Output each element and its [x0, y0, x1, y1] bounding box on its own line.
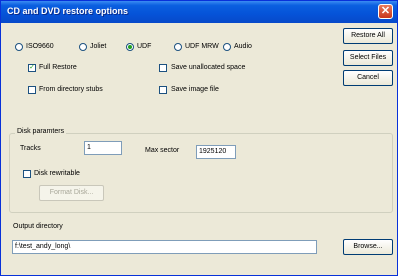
radio-udf-mrw-label: UDF MRW: [185, 43, 219, 50]
title-bar[interactable]: CD and DVD restore options ✕: [1, 1, 397, 23]
radio-audio[interactable]: [223, 43, 231, 51]
radio-joliet-label: Joliet: [90, 43, 107, 50]
full-restore-checkbox[interactable]: ✓: [28, 64, 36, 72]
output-directory-field[interactable]: f:\test_andy_long\: [12, 240, 317, 254]
window-title: CD and DVD restore options: [7, 6, 129, 16]
close-icon: ✕: [380, 5, 391, 17]
format-disk-button[interactable]: Format Disk...: [39, 185, 104, 201]
radio-iso9660-label: ISO9660: [26, 43, 54, 50]
from-stubs-checkbox[interactable]: [28, 86, 36, 94]
disk-rewritable-label: Disk rewritable: [34, 170, 80, 177]
output-directory-label: Output directory: [13, 223, 63, 230]
radio-joliet[interactable]: [79, 43, 87, 51]
save-image-checkbox[interactable]: [159, 86, 167, 94]
tracks-field[interactable]: 1: [84, 141, 122, 155]
disk-parameters-title: Disk paramters: [15, 128, 67, 135]
save-image-label: Save image file: [171, 86, 219, 93]
max-sector-label: Max sector: [145, 147, 180, 154]
disk-rewritable-checkbox[interactable]: [23, 170, 31, 178]
save-unallocated-label: Save unallocated space: [171, 64, 246, 71]
radio-audio-label: Audio: [234, 43, 252, 50]
restore-options-dialog: CD and DVD restore options ✕ ISO9660 Jol…: [0, 0, 398, 276]
radio-udf-mrw[interactable]: [174, 43, 182, 51]
radio-iso9660[interactable]: [15, 43, 23, 51]
radio-udf-label: UDF: [137, 43, 152, 50]
from-stubs-label: From directory stubs: [39, 86, 103, 93]
tracks-label: Tracks: [20, 145, 41, 152]
browse-button[interactable]: Browse...: [343, 239, 393, 255]
cancel-button[interactable]: Cancel: [343, 70, 393, 86]
radio-udf[interactable]: [126, 43, 134, 51]
close-button[interactable]: ✕: [378, 4, 393, 19]
select-files-button[interactable]: Select Files: [343, 50, 393, 66]
max-sector-field[interactable]: 1925120: [196, 145, 236, 159]
save-unallocated-checkbox[interactable]: [159, 64, 167, 72]
full-restore-label: Full Restore: [39, 64, 77, 71]
restore-all-button[interactable]: Restore All: [343, 28, 393, 44]
